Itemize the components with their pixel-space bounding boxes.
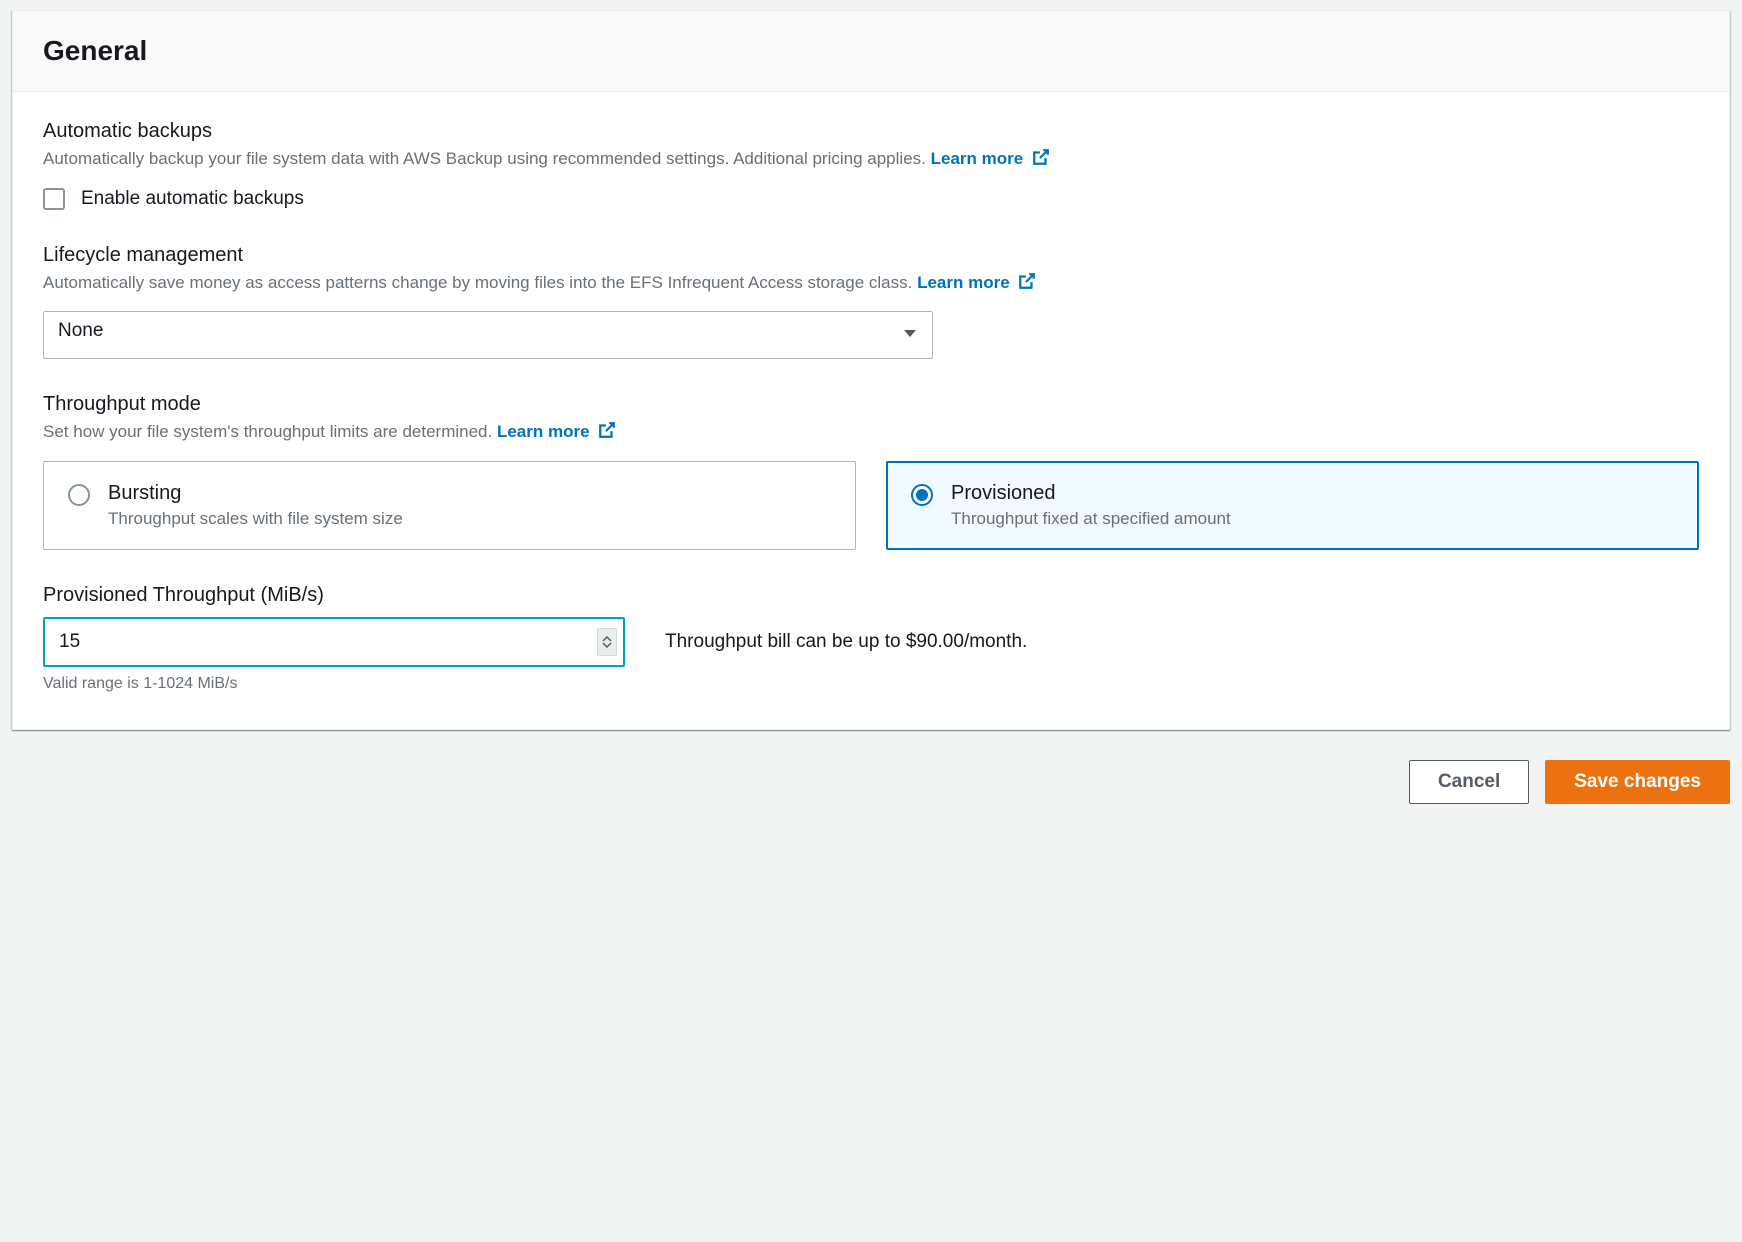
throughput-mode-desc-text: Set how your file system's throughput li…	[43, 422, 492, 441]
enable-backups-label: Enable automatic backups	[81, 188, 304, 210]
enable-backups-row: Enable automatic backups	[43, 188, 1699, 210]
throughput-mode-section: Throughput mode Set how your file system…	[43, 393, 1699, 550]
throughput-mode-bursting-title: Bursting	[108, 482, 831, 505]
provisioned-throughput-title: Provisioned Throughput (MiB/s)	[43, 584, 1699, 607]
throughput-mode-provisioned-radio[interactable]	[911, 484, 933, 506]
provisioned-throughput-stepper[interactable]	[597, 628, 617, 656]
external-link-icon	[598, 421, 616, 447]
lifecycle-learn-more-label: Learn more	[917, 273, 1010, 292]
automatic-backups-learn-more-label: Learn more	[931, 149, 1024, 168]
lifecycle-desc: Automatically save money as access patte…	[43, 271, 1699, 298]
throughput-mode-provisioned-title: Provisioned	[951, 482, 1674, 505]
lifecycle-select[interactable]: None	[43, 311, 933, 359]
throughput-mode-bursting-radio[interactable]	[68, 484, 90, 506]
throughput-mode-learn-more-link[interactable]: Learn more	[497, 422, 616, 441]
throughput-mode-desc: Set how your file system's throughput li…	[43, 420, 1699, 447]
provisioned-throughput-input[interactable]	[43, 617, 625, 667]
lifecycle-select-value: None	[58, 320, 103, 341]
lifecycle-learn-more-link[interactable]: Learn more	[917, 273, 1036, 292]
form-actions: Cancel Save changes	[0, 730, 1742, 824]
throughput-mode-provisioned-content: Provisioned Throughput fixed at specifie…	[951, 482, 1674, 529]
chevron-down-icon	[602, 642, 612, 648]
lifecycle-management-section: Lifecycle management Automatically save …	[43, 244, 1699, 360]
panel-body: Automatic backups Automatically backup y…	[13, 92, 1729, 729]
provisioned-throughput-bill: Throughput bill can be up to $90.00/mont…	[665, 631, 1027, 653]
throughput-mode-title: Throughput mode	[43, 393, 1699, 416]
save-changes-button[interactable]: Save changes	[1545, 760, 1730, 804]
provisioned-throughput-section: Provisioned Throughput (MiB/s) Throughpu…	[43, 584, 1699, 693]
provisioned-throughput-input-wrap	[43, 617, 625, 667]
throughput-mode-provisioned-desc: Throughput fixed at specified amount	[951, 509, 1674, 529]
provisioned-throughput-hint: Valid range is 1-1024 MiB/s	[43, 675, 1699, 693]
external-link-icon	[1032, 148, 1050, 174]
throughput-mode-bursting-tile[interactable]: Bursting Throughput scales with file sys…	[43, 461, 856, 550]
panel-title: General	[43, 35, 1699, 67]
automatic-backups-desc: Automatically backup your file system da…	[43, 147, 1699, 174]
external-link-icon	[1018, 272, 1036, 298]
enable-backups-checkbox[interactable]	[43, 188, 65, 210]
throughput-mode-tiles: Bursting Throughput scales with file sys…	[43, 461, 1699, 550]
automatic-backups-desc-text: Automatically backup your file system da…	[43, 149, 926, 168]
cancel-button[interactable]: Cancel	[1409, 760, 1529, 804]
throughput-mode-bursting-content: Bursting Throughput scales with file sys…	[108, 482, 831, 529]
throughput-mode-provisioned-tile[interactable]: Provisioned Throughput fixed at specifie…	[886, 461, 1699, 550]
throughput-mode-learn-more-label: Learn more	[497, 422, 590, 441]
lifecycle-title: Lifecycle management	[43, 244, 1699, 267]
panel-header: General	[13, 11, 1729, 92]
automatic-backups-learn-more-link[interactable]: Learn more	[931, 149, 1050, 168]
automatic-backups-title: Automatic backups	[43, 120, 1699, 143]
throughput-mode-bursting-desc: Throughput scales with file system size	[108, 509, 831, 529]
general-panel: General Automatic backups Automatically …	[12, 10, 1730, 730]
lifecycle-desc-text: Automatically save money as access patte…	[43, 273, 912, 292]
provisioned-throughput-row: Throughput bill can be up to $90.00/mont…	[43, 617, 1699, 667]
lifecycle-select-wrap: None	[43, 311, 933, 359]
automatic-backups-section: Automatic backups Automatically backup y…	[43, 120, 1699, 210]
